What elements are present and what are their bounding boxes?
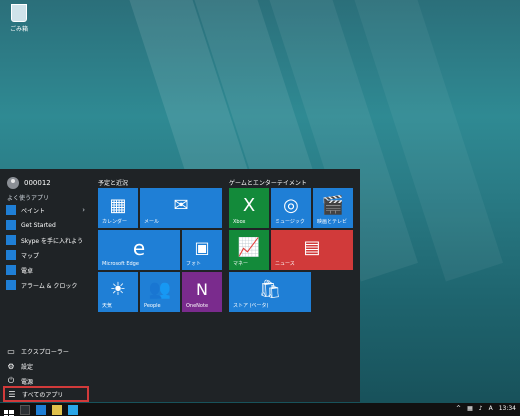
tile-label: ニュース [275,261,295,267]
calendar-icon: ▦ [109,195,127,216]
photo-icon: ▣ [194,238,210,257]
start-button-windows-icon[interactable] [4,405,14,416]
tile-label: フォト [186,261,202,267]
frequent-item-alarms[interactable]: アラーム & クロック [6,279,90,291]
chevron-right-icon[interactable]: › [82,206,85,214]
start-left-pane: 000012 よく使うアプリ ペイント › Get Started Skype … [0,169,92,402]
tray-ime-icon[interactable]: A [489,405,493,412]
recycle-bin-icon [11,4,27,22]
tile-weather[interactable]: ☀ 天気 [98,272,138,312]
tray-network-icon[interactable]: ▦ [467,405,473,412]
tile-label: OneNote [186,303,209,309]
frequent-item-calculator[interactable]: 電卓 [6,264,90,276]
explorer-item[interactable]: ▭ エクスプローラー [6,345,69,357]
user-name: 000012 [24,179,51,187]
calculator-app-icon [6,265,16,275]
frequent-item-label: アラーム & クロック [21,282,78,290]
recycle-bin-label: ごみ箱 [9,26,28,33]
film-icon: 🎬 [321,195,345,216]
frequent-item-paint[interactable]: ペイント › [6,204,90,216]
frequent-item-skype[interactable]: Skype を手に入れよう [6,234,90,246]
power-label: 電源 [21,378,34,386]
tile-mail[interactable]: ✉ メール [140,188,222,228]
group-title-left: 予定と近況 [98,180,129,187]
skype-app-icon [6,235,16,245]
frequent-item-label: マップ [21,252,40,260]
mail-icon: ✉ [173,195,189,216]
people-icon: 👥 [148,279,172,300]
taskbar: ^ ▦ ♪ A 13:34 [0,403,520,416]
music-icon: ◎ [283,195,299,216]
tile-photos[interactable]: ▣ フォト [182,230,222,270]
tile-label: 天気 [102,303,113,309]
tile-label: メール [144,219,160,225]
group-title-right: ゲームとエンターテイメント [229,180,307,187]
tile-label: ミュージック [275,219,305,225]
frequent-apps-title: よく使うアプリ [7,195,50,202]
alarms-app-icon [6,280,16,290]
user-avatar-icon [7,177,19,189]
frequent-item-get-started[interactable]: Get Started [6,219,90,231]
folder-icon: ▭ [7,346,15,356]
frequent-item-label: 電卓 [21,267,34,275]
tile-label: Microsoft Edge [102,261,139,267]
xbox-icon: X [242,195,256,216]
tile-people[interactable]: 👥 People [140,272,180,312]
edge-icon: e [132,236,146,260]
tile-news[interactable]: ▤ ニュース [271,230,353,270]
sun-icon: ☀ [109,279,127,300]
store-taskbar-icon[interactable] [68,405,78,415]
all-apps-button[interactable]: ☰ すべてのアプリ [3,386,89,402]
tile-onenote[interactable]: N OneNote [182,272,222,312]
frequent-item-label: Skype を手に入れよう [21,237,84,245]
settings-item[interactable]: ⚙ 設定 [6,360,33,372]
tile-edge[interactable]: e Microsoft Edge [98,230,180,270]
frequent-item-label: ペイント [21,207,46,215]
tile-label: Xbox [233,219,246,225]
task-view-icon[interactable] [20,405,30,415]
explorer-taskbar-icon[interactable] [52,405,62,415]
store-bag-icon: 🛍 [258,279,282,300]
tile-store[interactable]: 🛍 ストア (ベータ) [229,272,311,312]
tile-label: 映画とテレビ [317,219,348,225]
tile-label: People [144,303,161,309]
recycle-bin-desktop-icon[interactable]: ごみ箱 [6,4,32,33]
desktop: ごみ箱 000012 よく使うアプリ ペイント › Get Started Sk… [0,0,520,416]
tile-label: マネー [233,261,249,267]
news-icon: ▤ [303,237,321,258]
frequent-item-label: Get Started [21,221,56,229]
power-icon: ⏻ [7,376,15,385]
system-tray: ^ ▦ ♪ A 13:34 [456,405,516,412]
tile-label: カレンダー [102,219,128,225]
chart-icon: 📈 [237,237,261,258]
clock[interactable]: 13:34 [499,405,516,412]
tile-label: ストア (ベータ) [233,303,269,309]
settings-label: 設定 [21,363,34,371]
start-menu: 000012 よく使うアプリ ペイント › Get Started Skype … [0,169,360,402]
tile-movies[interactable]: 🎬 映画とテレビ [313,188,353,228]
tile-music[interactable]: ◎ ミュージック [271,188,311,228]
tile-calendar[interactable]: ▦ カレンダー [98,188,138,228]
tile-xbox[interactable]: X Xbox [229,188,269,228]
user-account[interactable]: 000012 [7,177,51,189]
maps-app-icon [6,250,16,260]
tray-up-arrow-icon[interactable]: ^ [456,405,461,412]
explorer-label: エクスプローラー [21,348,69,356]
onenote-icon: N [196,280,208,299]
edge-taskbar-icon[interactable] [36,405,46,415]
all-apps-label: すべてのアプリ [22,391,64,399]
paint-app-icon [6,205,16,215]
gear-icon: ⚙ [7,361,15,371]
get-started-app-icon [6,220,16,230]
tray-volume-icon[interactable]: ♪ [479,405,483,412]
tile-money[interactable]: 📈 マネー [229,230,269,270]
frequent-item-maps[interactable]: マップ [6,249,90,261]
list-icon: ☰ [8,389,16,399]
